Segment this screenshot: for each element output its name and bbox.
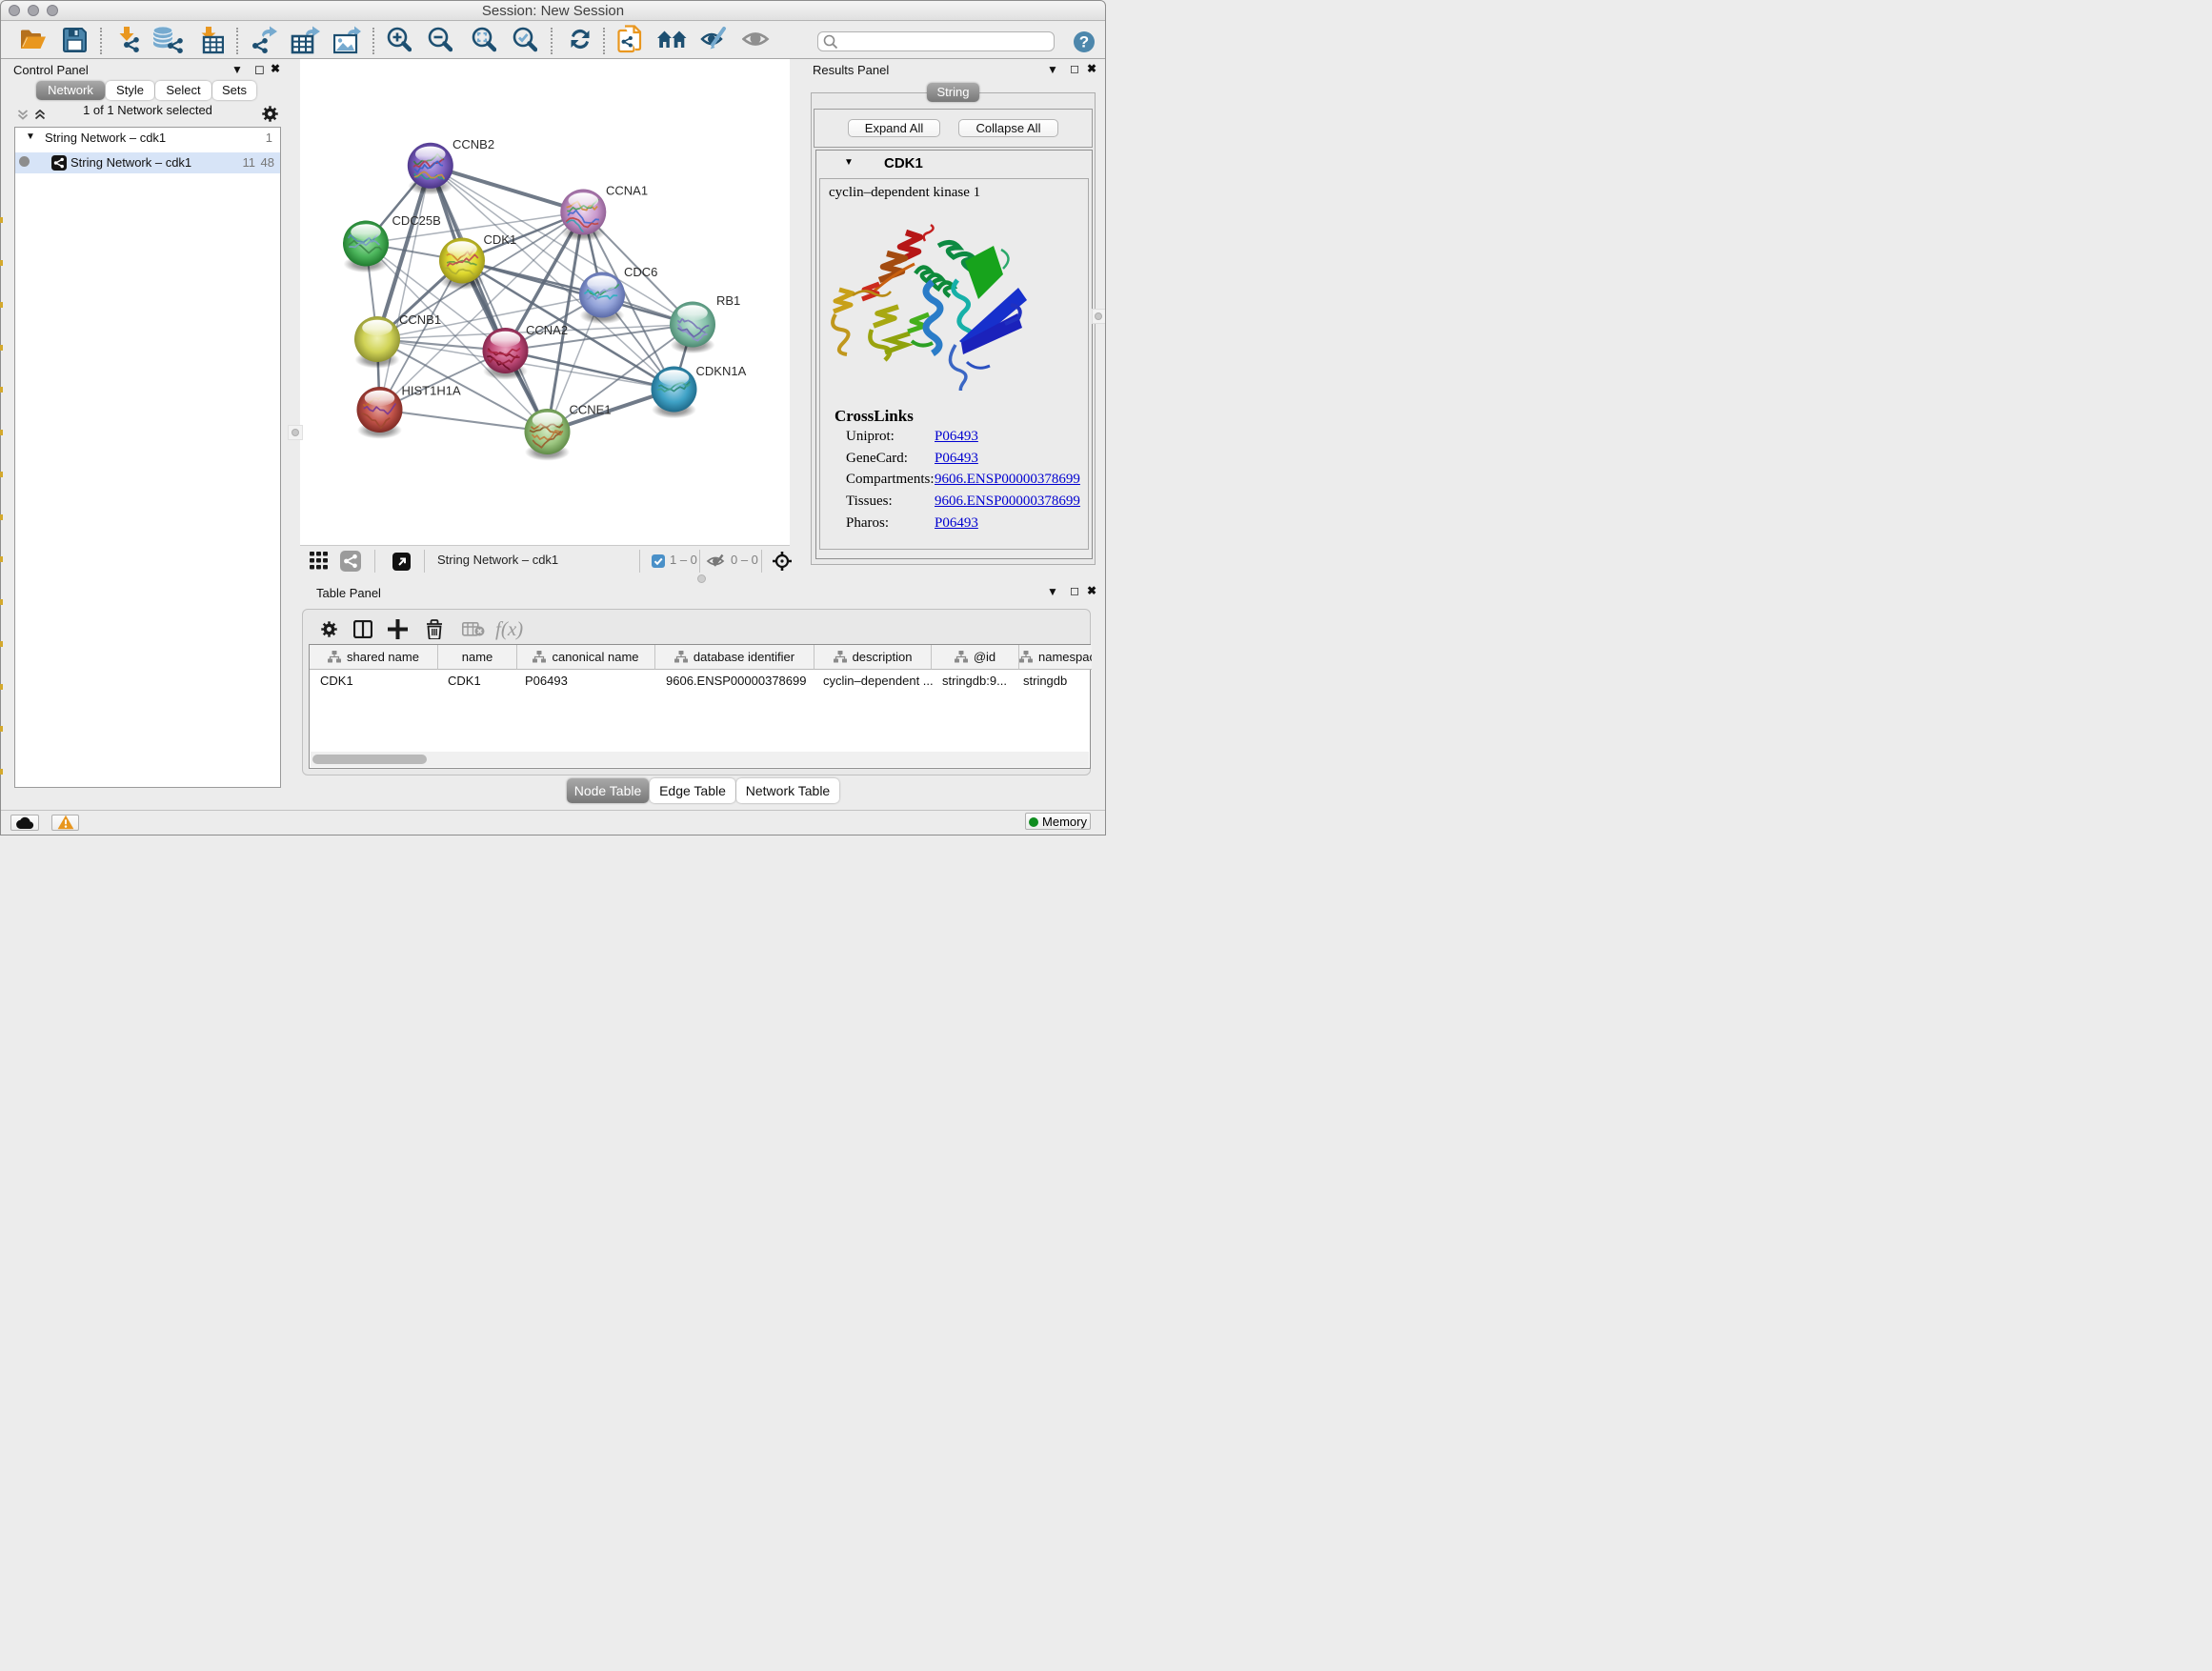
- svg-text:?: ?: [1079, 33, 1089, 51]
- svg-text:CCNA2: CCNA2: [526, 323, 568, 337]
- svg-text:CDKN1A: CDKN1A: [696, 364, 747, 378]
- svg-text:CDK1: CDK1: [484, 232, 517, 247]
- svg-text:CCNB2: CCNB2: [452, 137, 494, 151]
- svg-text:HIST1H1A: HIST1H1A: [402, 384, 461, 398]
- svg-text:CCNE1: CCNE1: [570, 403, 612, 417]
- svg-text:CDC25B: CDC25B: [392, 213, 441, 228]
- svg-text:RB1: RB1: [716, 293, 740, 308]
- svg-text:CDC6: CDC6: [624, 265, 657, 279]
- svg-text:CCNA1: CCNA1: [606, 184, 648, 198]
- svg-text:CCNB1: CCNB1: [399, 312, 441, 327]
